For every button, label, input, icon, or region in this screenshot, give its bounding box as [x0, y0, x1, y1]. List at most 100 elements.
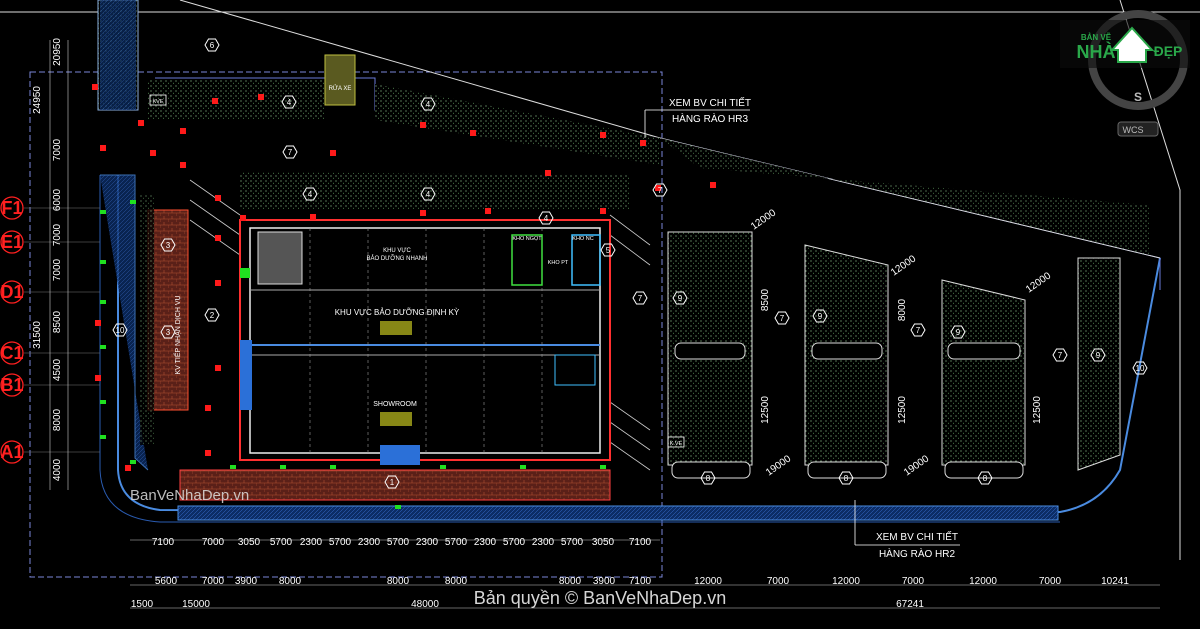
svg-text:48000: 48000	[411, 599, 439, 610]
green-area-top-left	[148, 80, 325, 120]
svg-text:4500: 4500	[52, 358, 63, 381]
svg-text:31500: 31500	[32, 321, 43, 349]
svg-text:7100: 7100	[629, 576, 652, 587]
svg-text:1: 1	[390, 478, 395, 487]
svg-text:5700: 5700	[329, 537, 352, 548]
watermark-site: BanVeNhaDep.vn	[130, 487, 249, 504]
svg-text:12000: 12000	[969, 576, 997, 587]
svg-text:12000: 12000	[832, 576, 860, 587]
green-band	[240, 172, 630, 210]
svg-text:2300: 2300	[300, 537, 323, 548]
svg-text:5700: 5700	[503, 537, 526, 548]
svg-text:7: 7	[288, 148, 293, 157]
svg-text:3: 3	[166, 241, 171, 250]
svg-text:12000: 12000	[749, 207, 778, 232]
svg-text:10: 10	[1136, 364, 1145, 373]
svg-text:5700: 5700	[270, 537, 293, 548]
svg-text:D1: D1	[0, 282, 23, 302]
svg-text:8500: 8500	[760, 288, 771, 311]
svg-text:7000: 7000	[52, 258, 63, 281]
svg-text:20950: 20950	[52, 38, 63, 66]
svg-text:12000: 12000	[694, 576, 722, 587]
compass-south: S	[1134, 90, 1142, 104]
svg-text:8500: 8500	[52, 310, 63, 333]
svg-text:7000: 7000	[902, 576, 925, 587]
logo-brand-end: ĐẸP	[1154, 43, 1183, 59]
svg-text:8000: 8000	[445, 576, 468, 587]
svg-text:9: 9	[956, 328, 961, 337]
stair-core	[257, 231, 303, 285]
svg-text:8: 8	[844, 474, 849, 483]
svg-text:7000: 7000	[202, 576, 225, 587]
svg-text:12000: 12000	[889, 253, 918, 278]
svg-text:3: 3	[166, 328, 171, 337]
bottom-dim-row1: 7100 7000 3050 5700 2300 5700 2300 5700 …	[152, 537, 652, 548]
svg-text:F1: F1	[1, 198, 22, 218]
left-dimensions: 20950 24950 7000 6000 7000 7000 8500 315…	[32, 38, 63, 481]
svg-text:9: 9	[678, 294, 683, 303]
svg-text:5700: 5700	[561, 537, 584, 548]
label-kho-nc: KHO NC	[572, 236, 593, 242]
svg-text:7: 7	[780, 314, 785, 323]
svg-text:5700: 5700	[387, 537, 410, 548]
svg-text:4000: 4000	[52, 458, 63, 481]
svg-text:B1: B1	[0, 375, 23, 395]
svg-text:7000: 7000	[52, 223, 63, 246]
svg-text:4: 4	[287, 98, 292, 107]
label-kho-ngot: KHO NGỌT	[512, 236, 542, 242]
svg-text:3050: 3050	[592, 537, 615, 548]
svg-text:4: 4	[426, 100, 431, 109]
label-kho-pt: KHO PT	[548, 260, 569, 266]
svg-text:2300: 2300	[416, 537, 439, 548]
svg-text:4: 4	[426, 190, 431, 199]
svg-text:7000: 7000	[1039, 576, 1062, 587]
svg-text:12000: 12000	[1024, 270, 1053, 295]
svg-text:12500: 12500	[760, 396, 771, 424]
svg-text:7: 7	[1058, 351, 1063, 360]
svg-text:1500: 1500	[131, 599, 154, 610]
svg-text:7000: 7000	[52, 138, 63, 161]
svg-text:5700: 5700	[445, 537, 468, 548]
note-hr2-line1: XEM BV CHI TIẾT	[876, 530, 958, 543]
svg-text:2: 2	[210, 311, 215, 320]
svg-text:10: 10	[116, 326, 125, 335]
label-kve2: K.VE	[670, 441, 683, 447]
svg-text:67241: 67241	[896, 599, 924, 610]
svg-text:7: 7	[638, 294, 643, 303]
label-kve: KVE	[152, 99, 163, 105]
svg-text:3900: 3900	[235, 576, 258, 587]
svg-text:3050: 3050	[238, 537, 261, 548]
svg-text:24950: 24950	[32, 86, 43, 114]
svg-text:8000: 8000	[52, 408, 63, 431]
svg-text:10241: 10241	[1101, 576, 1129, 587]
svg-text:2300: 2300	[358, 537, 381, 548]
note-hr3-line2: HÀNG RÀO HR3	[672, 112, 749, 125]
bottom-dim-row2: 5600 7000 3900 8000 8000 8000 8000 3900 …	[155, 576, 1129, 587]
label-car-wash: RỬA XE	[329, 85, 352, 92]
svg-text:4: 4	[308, 190, 313, 199]
svg-text:8000: 8000	[559, 576, 582, 587]
wcs-label: WCS	[1123, 125, 1144, 135]
label-showroom: SHOWROOM	[373, 401, 417, 408]
site-plan-drawing: 6 4 4 7 4 4 4 3 3 2 10 5 7 7 1 9 9 9 9 7…	[0, 0, 1200, 610]
svg-text:9: 9	[818, 312, 823, 321]
svg-text:6: 6	[210, 41, 215, 50]
svg-text:2300: 2300	[474, 537, 497, 548]
car-wash-area	[324, 54, 356, 106]
label-maintenance-quick-2: BẢO DƯỠNG NHANH	[367, 255, 428, 262]
brand-logo: BẢN VẼ NHÀ ĐẸP	[1060, 20, 1190, 68]
bottom-fence	[177, 505, 1059, 521]
svg-text:5: 5	[606, 246, 611, 255]
svg-text:9: 9	[1096, 351, 1101, 360]
svg-text:7000: 7000	[767, 576, 790, 587]
logo-brand-mid: NHÀ	[1077, 41, 1116, 62]
svg-text:5600: 5600	[155, 576, 178, 587]
label-maintenance: KHU VỰC BẢO DƯỠNG ĐỊNH KỲ	[335, 308, 460, 317]
watermark-copyright: Bản quyền © BanVeNhaDep.vn	[474, 588, 726, 608]
svg-text:8: 8	[983, 474, 988, 483]
svg-text:2300: 2300	[532, 537, 555, 548]
svg-text:6000: 6000	[52, 188, 63, 211]
svg-text:7100: 7100	[152, 537, 175, 548]
svg-text:8000: 8000	[897, 298, 908, 321]
svg-text:7000: 7000	[202, 537, 225, 548]
